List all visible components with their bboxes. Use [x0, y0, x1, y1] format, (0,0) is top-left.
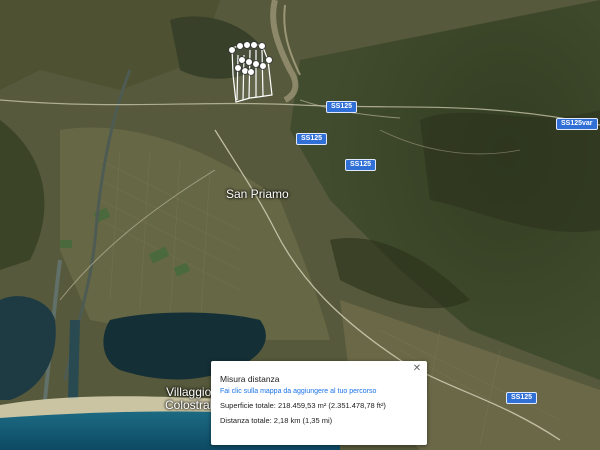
measure-distance-panel: ✕ Misura distanza Fai clic sulla mappa d…	[211, 361, 427, 445]
close-icon[interactable]: ✕	[411, 363, 423, 375]
measure-panel-hint: Fai clic sulla mappa da aggiungere al tu…	[220, 388, 377, 395]
road-shield-ss125var: SS125var	[556, 118, 598, 130]
road-shield-ss125: SS125	[506, 392, 538, 404]
measure-panel-title: Misura distanza	[220, 374, 280, 384]
road-shield-ss125: SS125	[326, 101, 358, 113]
place-label-san-priamo: San Priamo	[226, 187, 289, 201]
place-label-villaggio-colostrai: Villaggio Colostrai	[165, 385, 213, 412]
road-shield-ss125: SS125	[296, 133, 328, 145]
total-distance: Distanza totale: 2,18 km (1,35 mi)	[220, 416, 333, 425]
satellite-map[interactable]: San Priamo Villaggio Colostrai SS125 SS1…	[0, 0, 600, 450]
total-area: Superficie totale: 218.459,53 m² (2.351.…	[220, 401, 386, 410]
road-shield-ss125: SS125	[345, 159, 377, 171]
